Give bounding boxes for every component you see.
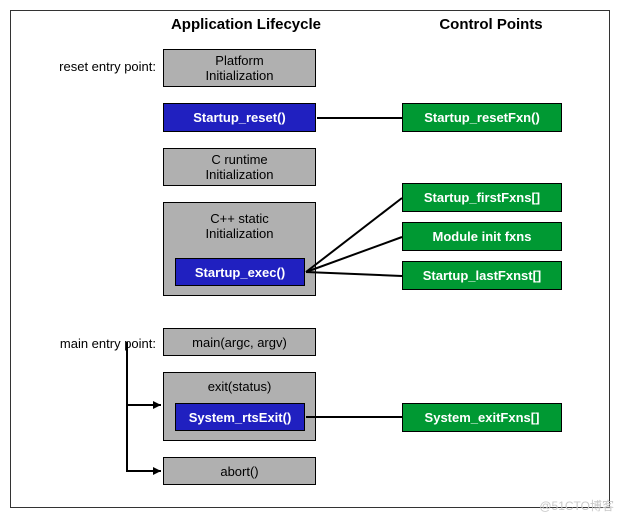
col-header-controls: Control Points <box>411 16 571 33</box>
text-exit: exit(status) <box>208 379 272 394</box>
diagram-frame: Application Lifecycle Control Points res… <box>10 10 610 508</box>
box-startup-exec: Startup_exec() <box>175 258 305 286</box>
box-startup-reset: Startup_reset() <box>163 103 316 132</box>
text-startup-exec: Startup_exec() <box>195 265 285 280</box>
diagram-canvas: Application Lifecycle Control Points res… <box>0 0 620 516</box>
label-main-entry: main entry point: <box>11 336 156 351</box>
text-c-runtime: C runtime Initialization <box>206 152 274 182</box>
box-exitfxns: System_exitFxns[] <box>402 403 562 432</box>
col-header-lifecycle: Application Lifecycle <box>136 16 356 33</box>
text-platform-init: Platform Initialization <box>206 53 274 83</box>
box-firstfxns: Startup_firstFxns[] <box>402 183 562 212</box>
text-system-rtsexit: System_rtsExit() <box>189 410 292 425</box>
text-main: main(argc, argv) <box>192 335 287 350</box>
label-reset-entry: reset entry point: <box>11 59 156 74</box>
text-startup-reset: Startup_reset() <box>193 110 285 125</box>
watermark: @51CTO博客 <box>539 497 614 514</box>
box-resetfxn: Startup_resetFxn() <box>402 103 562 132</box>
box-c-runtime: C runtime Initialization <box>163 148 316 186</box>
text-cpp-static: C++ static Initialization <box>206 211 274 241</box>
text-resetfxn: Startup_resetFxn() <box>424 110 540 125</box>
box-platform-init: Platform Initialization <box>163 49 316 87</box>
box-main: main(argc, argv) <box>163 328 316 356</box>
box-abort: abort() <box>163 457 316 485</box>
box-moduleinit: Module init fxns <box>402 222 562 251</box>
box-lastfxnst: Startup_lastFxnst[] <box>402 261 562 290</box>
text-abort: abort() <box>220 464 258 479</box>
box-system-rtsexit: System_rtsExit() <box>175 403 305 431</box>
text-lastfxnst: Startup_lastFxnst[] <box>423 268 541 283</box>
text-moduleinit: Module init fxns <box>433 229 532 244</box>
text-firstfxns: Startup_firstFxns[] <box>424 190 540 205</box>
text-exitfxns: System_exitFxns[] <box>425 410 540 425</box>
